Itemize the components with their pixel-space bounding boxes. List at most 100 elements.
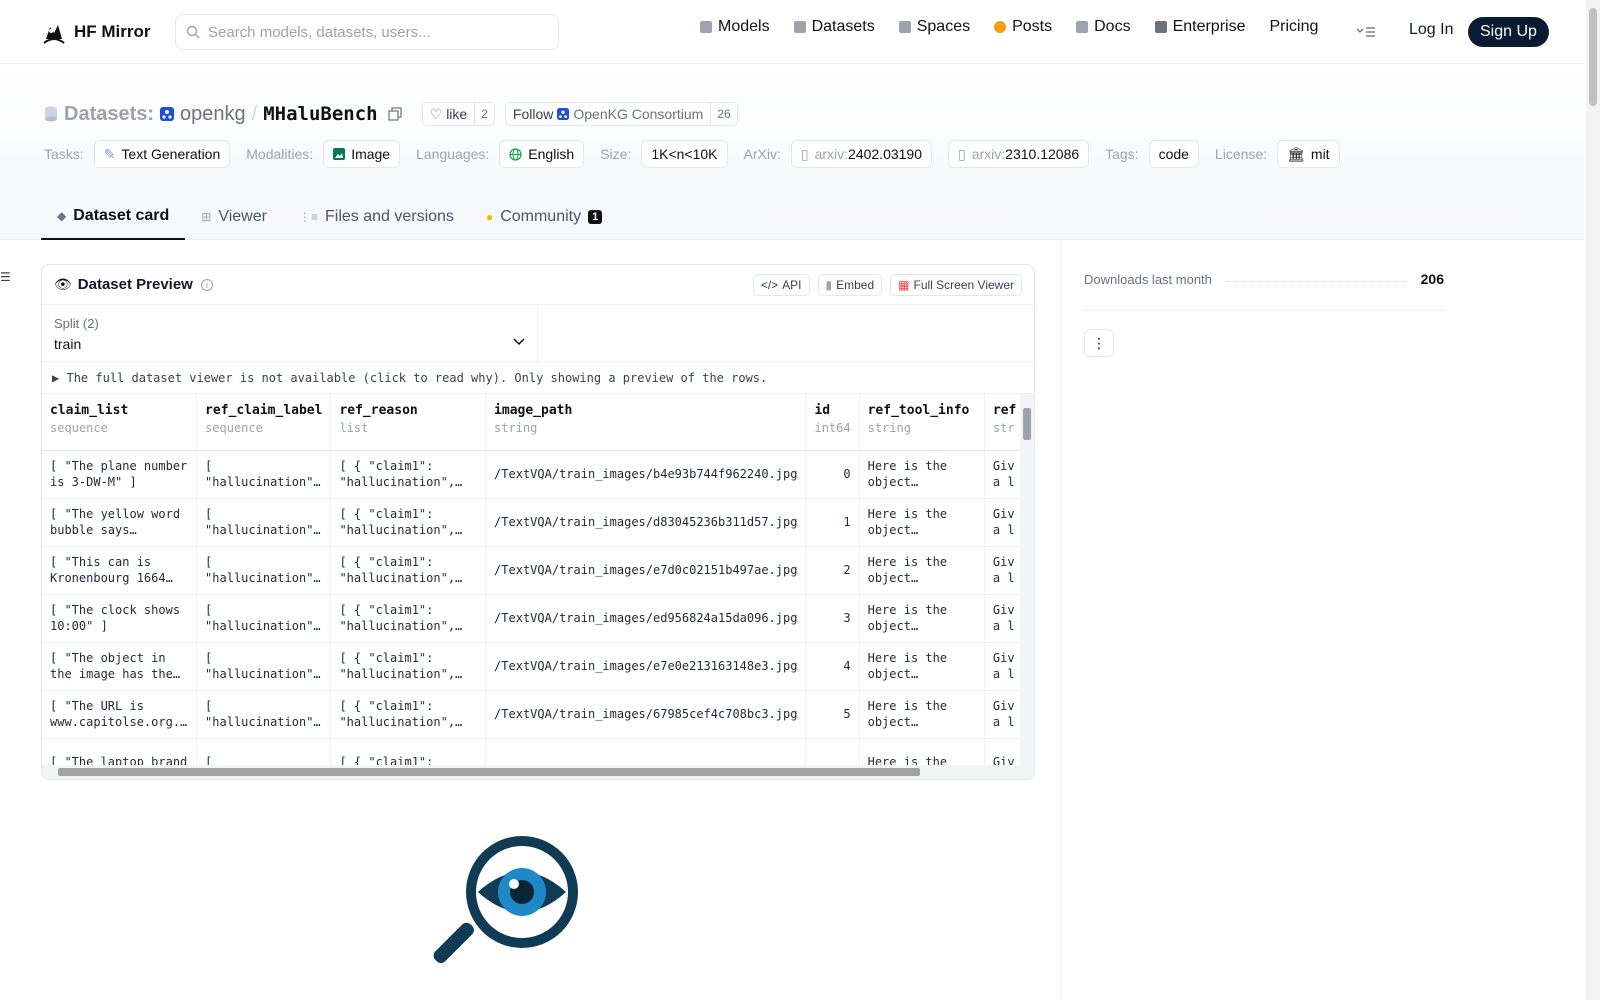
tab-dataset-card[interactable]: ◆ Dataset card [41, 194, 186, 240]
preview-table-wrap[interactable]: claim_list sequence ref_claim_label sequenc… [42, 394, 1034, 779]
like-button[interactable]: ♡ like 2 [421, 102, 495, 126]
horizontal-scrollbar[interactable] [42, 765, 1034, 779]
api-button[interactable]: </> API [752, 274, 810, 296]
nav-link-label: Pricing [1269, 18, 1319, 35]
column-header[interactable]: ref_reason list [330, 394, 487, 451]
table-cell[interactable]: [ "The yellow word bubble says… [42, 498, 198, 547]
more-menu-icon[interactable] [1356, 26, 1376, 38]
table-cell[interactable]: [ "hallucination"… [196, 498, 332, 547]
table-row[interactable]: [ "The object in the image has the numbe… [42, 642, 1034, 691]
table-cell[interactable]: [ "hallucination"… [196, 450, 332, 499]
login-link[interactable]: Log In [1409, 21, 1453, 39]
cell-text: [ "The URL is www.capitolse.org.uk… [50, 699, 188, 729]
scroll-thumb[interactable] [58, 768, 920, 776]
split-select[interactable]: Split (2) train [42, 305, 538, 361]
nav-link-enterprise[interactable]: Enterprise [1154, 18, 1245, 36]
modality-tag[interactable]: Image [323, 140, 401, 168]
task-tag[interactable]: ✎ Text Generation [93, 140, 231, 168]
info-icon[interactable]: i [200, 278, 213, 291]
table-cell[interactable]: /TextVQA/train_images/e7e0e213163148e3.j… [485, 642, 807, 691]
scroll-thumb[interactable] [1023, 408, 1031, 440]
table-cell[interactable]: /TextVQA/train_images/b4e93b744f962240.j… [485, 450, 807, 499]
language-tag[interactable]: English [499, 140, 585, 168]
arxiv-tag-2[interactable]: ▯ arxiv: 2310.12086 [948, 140, 1090, 168]
nav-link-posts[interactable]: Posts [994, 18, 1052, 36]
tab-files-and-versions[interactable]: ⋮≡ Files and versions [283, 194, 470, 240]
table-row[interactable]: [ "The clock shows 10:00" ] [ "hallucinat… [42, 594, 1034, 643]
fullscreen-button[interactable]: ▦ Full Screen Viewer [890, 274, 1022, 296]
table-cell[interactable]: /TextVQA/train_images/d83045236b311d57.j… [485, 498, 807, 547]
table-row[interactable]: [ "The plane number is 3-DW-M" ] [ "hallu… [42, 450, 1034, 499]
table-cell[interactable]: [ { "claim1": "hallucination",… [330, 642, 487, 691]
table-cell[interactable]: Here is the object detectio… [859, 546, 985, 595]
viewer-notice[interactable]: ▶ The full dataset viewer is not availab… [42, 362, 1034, 394]
table-cell[interactable]: Here is the object detectio… [859, 690, 985, 739]
copy-icon[interactable] [388, 107, 402, 121]
table-row[interactable]: [ "The URL is www.capitolse.org.uk… [ "ha… [42, 690, 1034, 739]
table-cell[interactable]: [ "The plane number is 3-DW-M" ] [42, 450, 198, 499]
table-cell[interactable]: 4 [805, 642, 860, 691]
nav-link-spaces[interactable]: Spaces [898, 18, 970, 36]
column-header[interactable]: ref_claim_label sequence [196, 394, 332, 451]
vertical-scrollbar[interactable] [1020, 394, 1034, 766]
nav-link-docs[interactable]: Docs [1076, 18, 1131, 36]
column-header[interactable]: image_path string [485, 394, 807, 451]
table-cell[interactable]: [ { "claim1": "hallucination",… [330, 450, 487, 499]
column-header[interactable]: ref_tool_info string [859, 394, 985, 451]
table-cell[interactable]: [ "This can is Kronenbourg 1664… [42, 546, 198, 595]
table-cell[interactable]: [ "hallucination"… [196, 690, 332, 739]
table-cell[interactable]: [ "hallucination"… [196, 594, 332, 643]
table-cell[interactable]: 2 [805, 546, 860, 595]
table-cell[interactable]: Here is the object detectio… [859, 498, 985, 547]
cell-text: [ "The clock shows 10:00" ] [50, 603, 181, 633]
table-cell[interactable]: [ "The clock shows 10:00" ] [42, 594, 198, 643]
table-cell[interactable]: /TextVQA/train_images/ed956824a15da096.j… [485, 594, 807, 643]
toc-toggle-icon[interactable]: ☰ [0, 270, 11, 284]
signup-button[interactable]: Sign Up [1468, 17, 1549, 47]
license-tag[interactable]: 🏛 mit [1277, 140, 1340, 168]
table-cell[interactable]: Here is the object detectio… [859, 594, 985, 643]
table-cell[interactable]: Here is the object detectio… [859, 450, 985, 499]
code-icon: </> [760, 278, 779, 292]
table-cell[interactable]: /TextVQA/train_images/e7d0c02151b497ae.j… [485, 546, 807, 595]
org-link[interactable]: openkg [180, 103, 246, 126]
tab-viewer[interactable]: ⊞ Viewer [185, 194, 283, 240]
table-cell[interactable]: [ { "claim1": "hallucination",… [330, 498, 487, 547]
follow-button[interactable]: Follow OpenKG Consortium 26 [504, 102, 738, 126]
table-cell[interactable]: [ { "claim1": "hallucination",… [330, 546, 487, 595]
page-scrollbar[interactable] [1586, 0, 1600, 1000]
table-cell[interactable]: [ "The object in the image has the numbe… [42, 642, 198, 691]
nav-links: Models Datasets Spaces Posts Docs Enterprise P… [700, 18, 1318, 36]
code-tag[interactable]: code [1148, 140, 1199, 168]
nav-link-pricing[interactable]: Pricing [1269, 18, 1318, 36]
nav-link-datasets[interactable]: Datasets [793, 18, 875, 36]
table-cell[interactable]: 3 [805, 594, 860, 643]
table-cell[interactable]: 1 [805, 498, 860, 547]
table-cell[interactable]: [ "hallucination"… [196, 546, 332, 595]
column-header[interactable]: claim_list sequence [42, 394, 198, 451]
column-header[interactable]: id int64 [805, 394, 860, 451]
table-cell[interactable]: /TextVQA/train_images/67985cef4c708bc3.j… [485, 690, 807, 739]
page-scroll-thumb[interactable] [1589, 8, 1597, 106]
table-cell[interactable]: 5 [805, 690, 860, 739]
table-cell[interactable]: [ { "claim1": "hallucination",… [330, 594, 487, 643]
embed-button[interactable]: ▮ Embed [817, 274, 883, 296]
tab-community[interactable]: ● Community 1 [470, 194, 618, 240]
table-cell[interactable]: [ "hallucination"… [196, 642, 332, 691]
table-cell[interactable]: 0 [805, 450, 860, 499]
page-title: Datasets: openkg / MHaluBench ♡ like 2 Fo… [44, 102, 738, 126]
table-row[interactable]: [ "This can is Kronenbourg 1664… [ "hallu… [42, 546, 1034, 595]
search-input[interactable] [208, 23, 538, 41]
table-row[interactable]: [ "The yellow word bubble says… [ "halluc… [42, 498, 1034, 547]
cell-text: [ "The plane number is 3-DW-M" ] [50, 459, 188, 489]
table-cell[interactable]: [ { "claim1": "hallucination",… [330, 690, 487, 739]
size-tag[interactable]: 1K<n<10K [641, 140, 728, 168]
nav-link-models[interactable]: Models [700, 18, 770, 36]
kebab-icon[interactable]: ⋮ [1084, 329, 1114, 357]
search-box[interactable] [175, 14, 559, 50]
table-cell[interactable]: Here is the object detectio… [859, 642, 985, 691]
arxiv-tag-1[interactable]: ▯ arxiv: 2402.03190 [790, 140, 932, 168]
brand-logo[interactable]: HF Mirror [42, 19, 151, 45]
metadata-tags: Tasks: ✎ Text Generation Modalities: Imag… [44, 140, 1348, 168]
table-cell[interactable]: [ "The URL is www.capitolse.org.uk… [42, 690, 198, 739]
